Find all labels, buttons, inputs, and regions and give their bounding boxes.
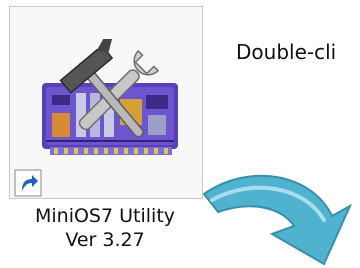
miniOS7-utility-shortcut[interactable]: MiniOS7 Utility Ver 3.27: [6, 4, 204, 264]
shortcut-arrow-icon: [14, 169, 42, 197]
icon-selection-frame[interactable]: [9, 6, 203, 199]
shortcut-label[interactable]: MiniOS7 Utility Ver 3.27: [6, 204, 204, 252]
tools-on-circuit-board-icon: [42, 39, 178, 155]
shortcut-name: MiniOS7 Utility: [34, 205, 176, 227]
shortcut-version: Ver 3.27: [65, 229, 145, 251]
instruction-text: Double-cli: [236, 40, 337, 64]
screenshot-canvas: MiniOS7 Utility Ver 3.27 Double-cli: [0, 0, 360, 268]
curved-arrow-down-icon: [202, 174, 353, 266]
